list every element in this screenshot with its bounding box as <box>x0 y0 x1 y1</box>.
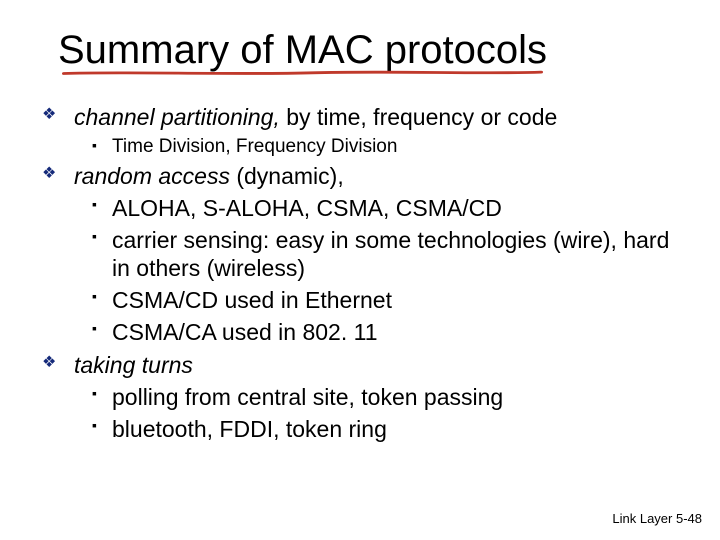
bullet-lead: taking turns <box>74 352 193 378</box>
slide-footer: Link Layer 5-48 <box>612 511 702 526</box>
sub-bullet: Time Division, Frequency Division <box>38 135 690 158</box>
sub-bullet: polling from central site, token passing <box>38 383 690 411</box>
bullet-lead: random access <box>74 163 230 189</box>
bullet-taking-turns: taking turns <box>38 351 690 379</box>
slide: Summary of MAC protocols channel partiti… <box>0 0 720 540</box>
sub-bullet: CSMA/CD used in Ethernet <box>38 286 690 314</box>
bullet-rest: (dynamic), <box>230 163 344 189</box>
bullet-lead: channel partitioning, <box>74 104 280 130</box>
bullet-channel-partitioning: channel partitioning, by time, frequency… <box>38 103 690 131</box>
slide-body: channel partitioning, by time, frequency… <box>38 103 690 443</box>
sub-bullet: CSMA/CA used in 802. 11 <box>38 318 690 346</box>
title-wrap: Summary of MAC protocols <box>58 28 547 75</box>
bullet-random-access: random access (dynamic), <box>38 162 690 190</box>
sub-bullet: bluetooth, FDDI, token ring <box>38 415 690 443</box>
sub-bullet: carrier sensing: easy in some technologi… <box>38 226 690 282</box>
slide-title: Summary of MAC protocols <box>58 28 547 75</box>
bullet-rest: by time, frequency or code <box>280 104 557 130</box>
sub-bullet: ALOHA, S-ALOHA, CSMA, CSMA/CD <box>38 194 690 222</box>
